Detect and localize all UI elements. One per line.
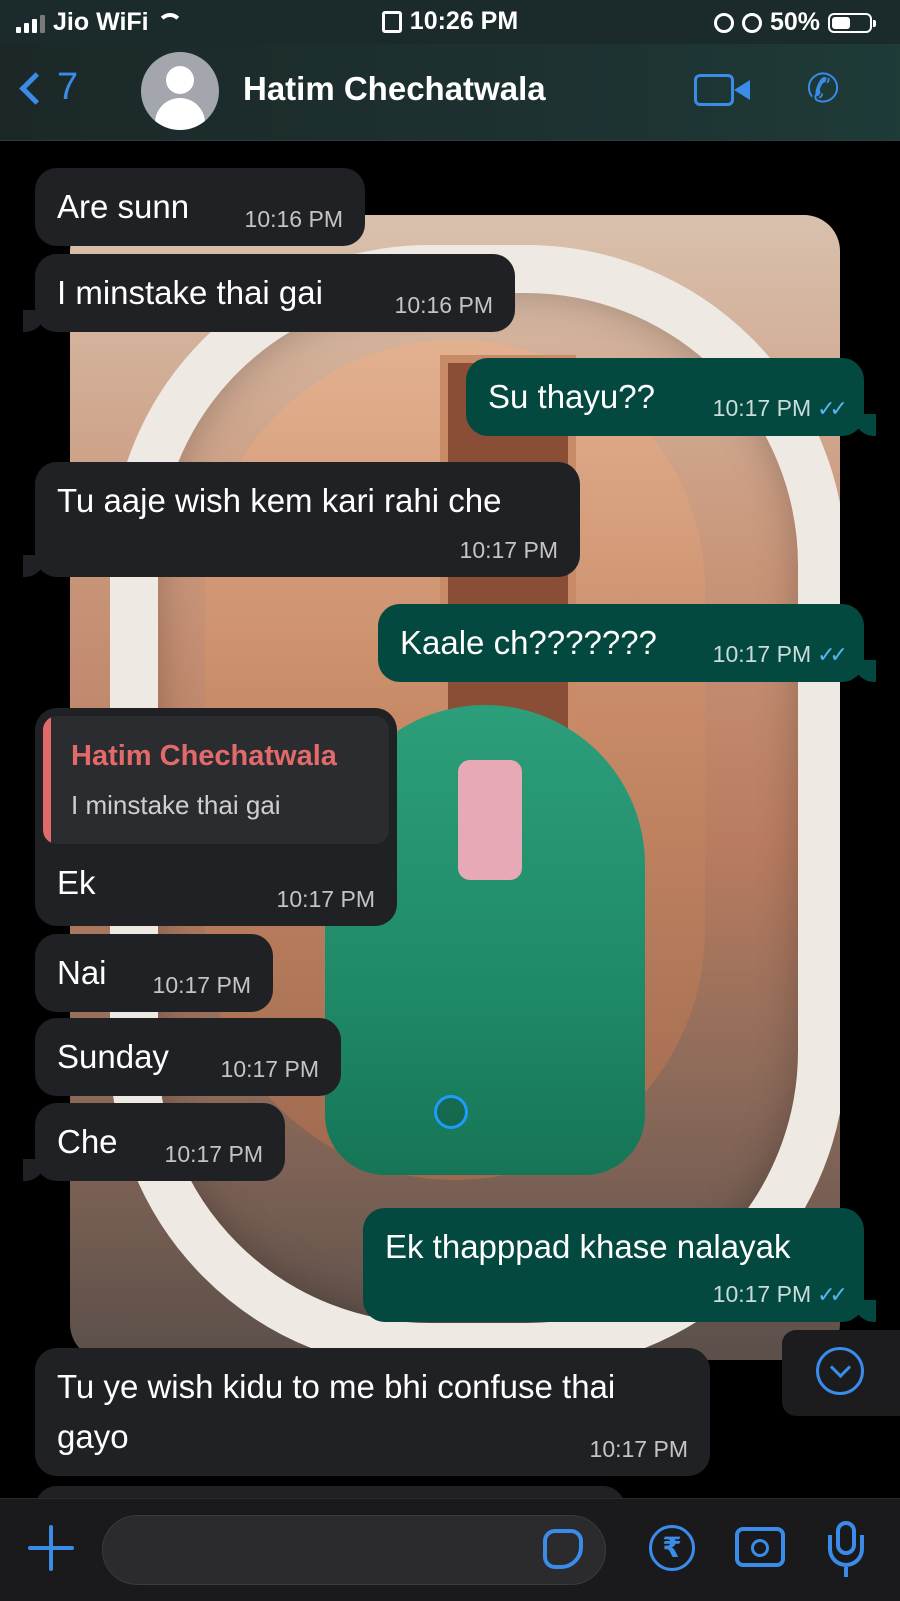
message-text: Su thayu?? bbox=[488, 378, 655, 415]
message-text: Nai bbox=[57, 954, 107, 991]
chevron-left-icon bbox=[19, 72, 52, 105]
alarm-icon bbox=[741, 12, 762, 33]
message-text: Tu aaje wish kem kari rahi che bbox=[57, 482, 502, 519]
wallpaper-phone bbox=[458, 760, 522, 880]
lock-icon bbox=[381, 11, 402, 34]
message-time: 10:17 PM bbox=[164, 1141, 263, 1167]
battery-percent: 50% bbox=[769, 8, 820, 36]
message-time: 10:17 PM bbox=[712, 1281, 812, 1307]
message-text: Ek bbox=[57, 864, 96, 901]
message-bubble[interactable]: Nai 10:17 PM bbox=[35, 934, 273, 1012]
scroll-to-bottom-button[interactable] bbox=[782, 1330, 900, 1416]
wallpaper-power-icon bbox=[434, 1095, 468, 1129]
message-input-bar: ₹ bbox=[0, 1498, 900, 1601]
chat-header: 7 Hatim Chechatwala ✆ bbox=[0, 44, 900, 141]
avatar[interactable] bbox=[141, 52, 219, 130]
message-time: 10:17 PM bbox=[712, 395, 812, 421]
message-bubble[interactable]: Ek thapppad khase nalayak 10:17 PM ✓✓ bbox=[363, 1208, 876, 1322]
message-text: Sunday bbox=[57, 1038, 169, 1075]
message-text: Kaale ch??????? bbox=[400, 624, 657, 661]
message-bubble[interactable]: Che 10:17 PM bbox=[23, 1103, 285, 1181]
message-text: Are sunn bbox=[57, 188, 190, 225]
video-call-button[interactable] bbox=[694, 70, 752, 110]
message-time: 10:17 PM bbox=[220, 1056, 319, 1082]
back-button[interactable]: 7 bbox=[19, 66, 79, 109]
read-receipt-icon: ✓✓ bbox=[817, 642, 848, 667]
message-time: 10:17 PM bbox=[459, 537, 558, 563]
read-receipt-icon: ✓✓ bbox=[817, 1282, 848, 1307]
battery-icon bbox=[828, 12, 876, 33]
message-time: 10:17 PM bbox=[276, 886, 375, 912]
quoted-reply-text: I minstake thai gai bbox=[71, 790, 281, 820]
chevron-down-icon bbox=[816, 1347, 864, 1395]
attach-plus-icon[interactable] bbox=[28, 1525, 74, 1571]
message-bubble[interactable]: Are sunn 10:16 PM bbox=[35, 168, 365, 246]
message-time: 10:17 PM bbox=[152, 972, 251, 998]
message-text: Tu ye wish kidu to me bhi confuse thai g… bbox=[57, 1368, 616, 1455]
payment-rupee-icon[interactable]: ₹ bbox=[649, 1525, 695, 1571]
message-text: Che bbox=[57, 1123, 118, 1160]
message-time: 10:16 PM bbox=[394, 292, 493, 318]
rotation-lock-icon bbox=[713, 12, 734, 33]
unread-count: 7 bbox=[57, 66, 79, 108]
message-bubble[interactable]: I minstake thai gai 10:16 PM bbox=[23, 254, 515, 332]
message-bubble[interactable]: Kaale ch??????? 10:17 PM ✓✓ bbox=[378, 604, 876, 682]
microphone-icon[interactable] bbox=[828, 1521, 864, 1577]
message-input[interactable] bbox=[102, 1515, 606, 1585]
sticker-icon[interactable] bbox=[543, 1529, 583, 1569]
message-bubble[interactable]: Sunday 10:17 PM bbox=[35, 1018, 341, 1096]
message-text: Ek thapppad khase nalayak bbox=[385, 1228, 791, 1265]
phone-icon: ✆ bbox=[806, 67, 840, 111]
message-bubble[interactable]: Tu aaje wish kem kari rahi che 10:17 PM bbox=[23, 462, 580, 577]
contact-name[interactable]: Hatim Chechatwala bbox=[243, 70, 546, 108]
quoted-reply[interactable]: Hatim Chechatwala I minstake thai gai bbox=[43, 716, 389, 844]
message-time: 10:17 PM bbox=[589, 1436, 688, 1462]
status-bar: Jio WiFi 10:26 PM 50% bbox=[0, 0, 900, 44]
read-receipt-icon: ✓✓ bbox=[817, 396, 848, 421]
message-bubble[interactable]: Tu ye wish kidu to me bhi confuse thai g… bbox=[35, 1348, 710, 1476]
clock: 10:26 PM bbox=[409, 7, 519, 35]
camera-icon[interactable] bbox=[735, 1527, 785, 1567]
message-time: 10:16 PM bbox=[244, 206, 343, 232]
voice-call-button[interactable]: ✆ bbox=[800, 66, 846, 112]
video-camera-icon bbox=[694, 74, 734, 106]
quoted-reply-author: Hatim Chechatwala bbox=[71, 740, 337, 772]
message-bubble[interactable]: Su thayu?? 10:17 PM ✓✓ bbox=[466, 358, 876, 436]
message-time: 10:17 PM bbox=[712, 641, 812, 667]
message-bubble[interactable]: Hatim Chechatwala I minstake thai gai Ek… bbox=[35, 708, 397, 926]
message-text: I minstake thai gai bbox=[57, 274, 323, 311]
